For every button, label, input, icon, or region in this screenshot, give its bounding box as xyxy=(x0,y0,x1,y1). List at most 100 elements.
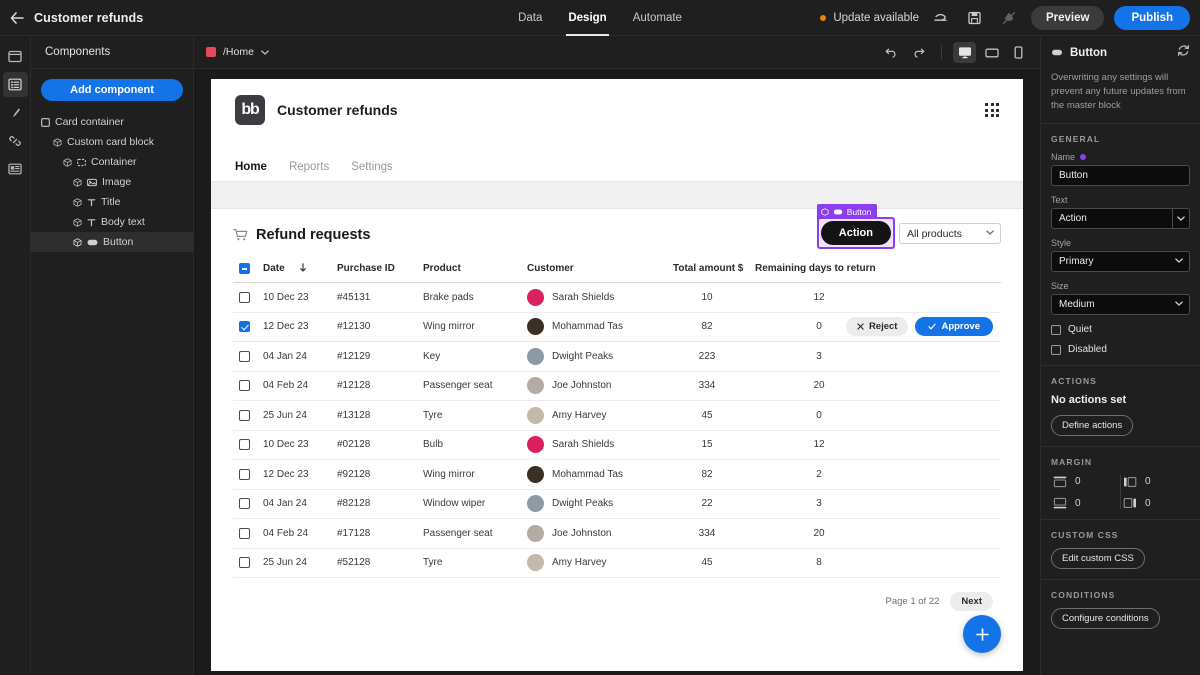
cell-total-amount: 82 xyxy=(659,460,755,490)
app-tab-reports[interactable]: Reports xyxy=(289,161,329,181)
theme-toggle-button[interactable] xyxy=(997,6,1021,30)
canvas-redo-button[interactable] xyxy=(907,42,930,63)
row-checkbox[interactable] xyxy=(239,469,250,480)
table-row[interactable]: 10 Dec 23#02128BulbSarah Shields1512 xyxy=(233,430,1001,460)
tab-data[interactable]: Data xyxy=(516,0,544,36)
save-button[interactable] xyxy=(963,6,987,30)
top-bar: Customer refunds Data Design Automate Up… xyxy=(0,0,1200,36)
name-input[interactable] xyxy=(1051,165,1190,186)
tree-item-custom-card-block[interactable]: Custom card block xyxy=(31,132,193,152)
cell-remaining-days: 0 xyxy=(755,401,883,431)
rail-item-layout[interactable] xyxy=(3,156,28,181)
viewport-desktop-button[interactable] xyxy=(953,42,976,63)
table-row[interactable]: 10 Dec 23#45131Brake padsSarah Shields10… xyxy=(233,283,1001,313)
avatar xyxy=(527,318,544,335)
viewport-tablet-button[interactable] xyxy=(980,42,1003,63)
image-icon xyxy=(87,178,97,187)
tree-item-title[interactable]: Title xyxy=(31,192,193,212)
refresh-icon xyxy=(1177,44,1190,57)
select-all-checkbox[interactable] xyxy=(239,263,250,274)
quiet-label: Quiet xyxy=(1068,324,1092,335)
table-row[interactable]: 25 Jun 24#13128TyreAmy Harvey450 xyxy=(233,401,1001,431)
row-checkbox[interactable] xyxy=(239,380,250,391)
rail-item-theme[interactable] xyxy=(3,100,28,125)
app-tab-settings[interactable]: Settings xyxy=(351,161,393,181)
column-header-product[interactable]: Product xyxy=(423,255,527,283)
column-header-customer[interactable]: Customer xyxy=(527,255,659,283)
disabled-checkbox[interactable] xyxy=(1051,345,1061,355)
refund-requests-table: Date Purchase ID Product Customer Total … xyxy=(233,255,1001,578)
row-checkbox[interactable] xyxy=(239,292,250,303)
tab-design[interactable]: Design xyxy=(566,0,608,36)
next-page-button[interactable]: Next xyxy=(950,592,993,611)
undo-button[interactable] xyxy=(929,6,953,30)
layout-icon xyxy=(8,163,22,175)
chevron-down-icon xyxy=(261,50,269,55)
size-select[interactable]: Medium xyxy=(1051,294,1190,315)
margin-right-control[interactable]: 0 xyxy=(1121,497,1190,509)
grid-dot xyxy=(996,103,999,106)
app-grid-icon[interactable] xyxy=(985,103,999,117)
style-select[interactable]: Primary xyxy=(1051,251,1190,272)
cell-date: 12 Dec 23 xyxy=(263,312,337,342)
preview-button[interactable]: Preview xyxy=(1031,6,1104,30)
canvas-toolbar-right xyxy=(880,36,1030,69)
add-component-button[interactable]: Add component xyxy=(41,79,183,101)
avatar xyxy=(527,407,544,424)
viewport-mobile-button[interactable] xyxy=(1007,42,1030,63)
table-row[interactable]: 04 Feb 24#17128Passenger seatJoe Johnsto… xyxy=(233,519,1001,549)
text-input[interactable] xyxy=(1051,208,1172,229)
reset-to-master-button[interactable] xyxy=(1177,44,1190,62)
product-filter-select[interactable]: All products xyxy=(899,223,1001,244)
app-tab-home[interactable]: Home xyxy=(235,161,267,181)
text-dropdown-button[interactable] xyxy=(1172,208,1190,229)
edit-custom-css-button[interactable]: Edit custom CSS xyxy=(1051,548,1145,569)
reject-button[interactable]: Reject xyxy=(846,317,909,336)
quiet-checkbox-row[interactable]: Quiet xyxy=(1051,324,1190,335)
tree-item-button[interactable]: Button xyxy=(31,232,193,252)
column-header-remaining-days[interactable]: Remaining days to return xyxy=(755,255,883,283)
tree-item-card-container[interactable]: Card container xyxy=(31,112,193,132)
approve-button[interactable]: Approve xyxy=(915,317,993,336)
back-button[interactable] xyxy=(0,0,34,36)
table-row[interactable]: 25 Jun 24#52128TyreAmy Harvey458 xyxy=(233,548,1001,578)
rail-item-components[interactable] xyxy=(3,72,28,97)
disabled-checkbox-row[interactable]: Disabled xyxy=(1051,344,1190,355)
row-checkbox[interactable] xyxy=(239,528,250,539)
quiet-checkbox[interactable] xyxy=(1051,325,1061,335)
canvas-undo-button[interactable] xyxy=(880,42,903,63)
row-checkbox[interactable] xyxy=(239,410,250,421)
configure-conditions-button[interactable]: Configure conditions xyxy=(1051,608,1160,629)
tree-item-body-text[interactable]: Body text xyxy=(31,212,193,232)
row-checkbox[interactable] xyxy=(239,557,250,568)
define-actions-button[interactable]: Define actions xyxy=(1051,415,1133,436)
text-icon xyxy=(87,218,96,227)
row-checkbox[interactable] xyxy=(239,321,250,332)
rail-item-links[interactable] xyxy=(3,128,28,153)
table-row[interactable]: 04 Jan 24#82128Window wiperDwight Peaks2… xyxy=(233,489,1001,519)
row-checkbox[interactable] xyxy=(239,351,250,362)
tab-automate[interactable]: Automate xyxy=(631,0,684,36)
route-selector[interactable]: /Home xyxy=(206,46,269,58)
column-header-date[interactable]: Date xyxy=(263,255,337,283)
margin-bottom-control[interactable]: 0 xyxy=(1051,497,1120,509)
margin-left-control[interactable]: 0 xyxy=(1121,476,1190,488)
action-button[interactable]: Action xyxy=(821,221,891,245)
table-row[interactable]: 04 Feb 24#12128Passenger seatJoe Johnsto… xyxy=(233,371,1001,401)
row-checkbox[interactable] xyxy=(239,439,250,450)
table-row[interactable]: 12 Dec 23#92128Wing mirrorMohammad Tas82… xyxy=(233,460,1001,490)
table-row[interactable]: 04 Jan 24#12129KeyDwight Peaks2233 xyxy=(233,342,1001,372)
row-checkbox[interactable] xyxy=(239,498,250,509)
margin-top-control[interactable]: 0 xyxy=(1051,476,1120,488)
rail-item-screens[interactable] xyxy=(3,44,28,69)
tree-item-container[interactable]: Container xyxy=(31,152,193,172)
update-available-notice[interactable]: Update available xyxy=(820,12,919,24)
add-record-fab[interactable] xyxy=(963,615,1001,653)
column-header-purchase-id[interactable]: Purchase ID xyxy=(337,255,423,283)
publish-button[interactable]: Publish xyxy=(1114,6,1190,30)
table-row[interactable]: 12 Dec 23#12130Wing mirrorMohammad Tas82… xyxy=(233,312,1001,342)
cell-purchase-id: #12130 xyxy=(337,312,423,342)
tree-item-image[interactable]: Image xyxy=(31,172,193,192)
disabled-label: Disabled xyxy=(1068,344,1107,355)
column-header-total-amount[interactable]: Total amount $ xyxy=(659,255,755,283)
